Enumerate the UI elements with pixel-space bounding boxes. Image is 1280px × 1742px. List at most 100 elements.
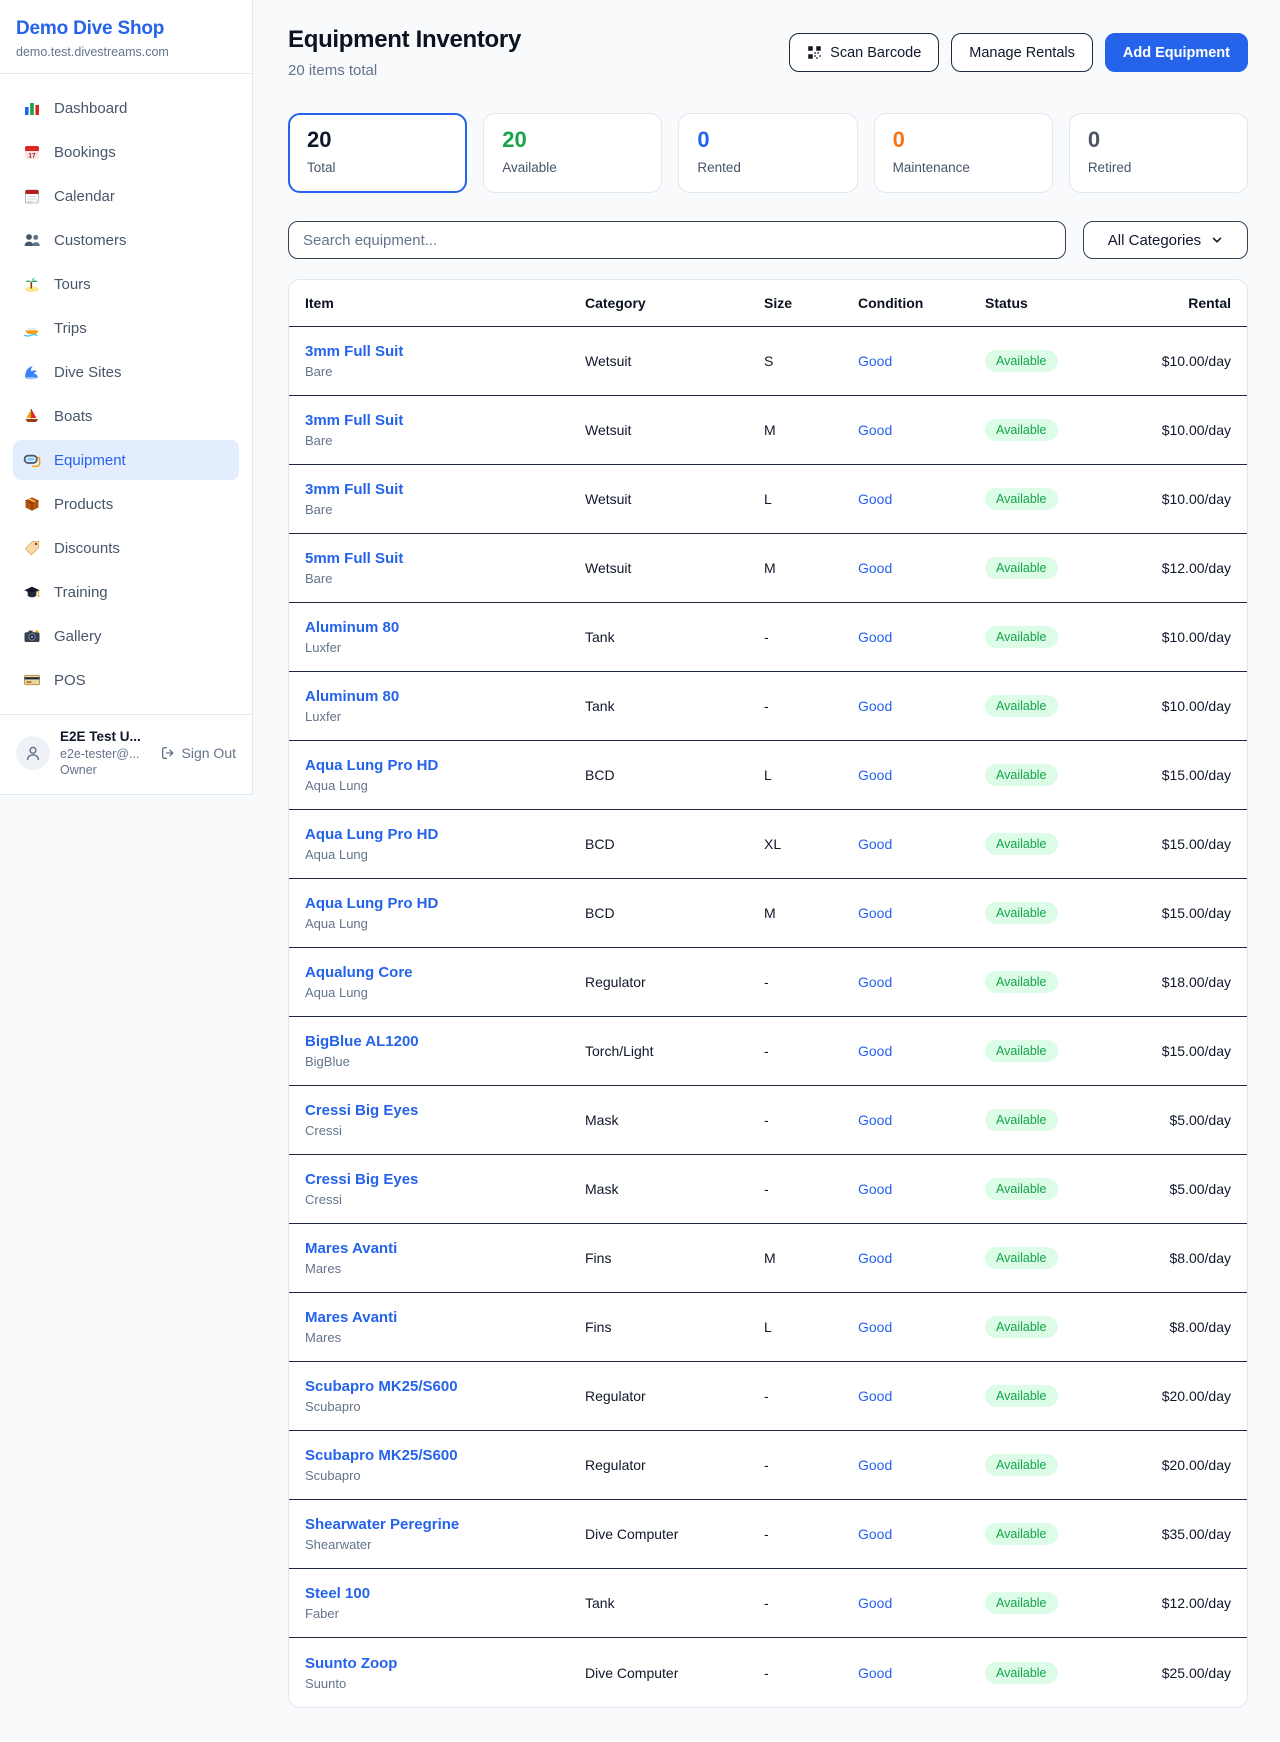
dive-sites-icon xyxy=(23,363,41,381)
equipment-item-link[interactable]: Mares Avanti xyxy=(305,1309,397,1326)
item-rental: $10.00/day xyxy=(1135,698,1231,714)
equipment-item-link[interactable]: Aluminum 80 xyxy=(305,688,399,705)
item-category: Torch/Light xyxy=(585,1043,764,1059)
add-equipment-button[interactable]: Add Equipment xyxy=(1105,33,1248,72)
item-brand: Aqua Lung xyxy=(305,916,585,931)
sidebar-item[interactable]: Products xyxy=(13,484,239,524)
status-badge: Available xyxy=(985,902,1058,924)
column-header: Category xyxy=(585,295,764,311)
item-size: M xyxy=(764,1250,858,1266)
sidebar-item[interactable]: Dashboard xyxy=(13,88,239,128)
item-condition[interactable]: Good xyxy=(858,698,985,714)
item-condition[interactable]: Good xyxy=(858,1319,985,1335)
item-size: M xyxy=(764,905,858,921)
header-actions: Scan Barcode Manage Rentals Add Equipmen… xyxy=(789,33,1248,72)
item-condition[interactable]: Good xyxy=(858,560,985,576)
equipment-item-link[interactable]: Cressi Big Eyes xyxy=(305,1171,418,1188)
item-condition[interactable]: Good xyxy=(858,422,985,438)
equipment-item-link[interactable]: Aqua Lung Pro HD xyxy=(305,757,438,774)
sidebar-item[interactable]: POS xyxy=(13,660,239,700)
equipment-item-link[interactable]: 5mm Full Suit xyxy=(305,550,403,567)
status-badge: Available xyxy=(985,419,1058,441)
equipment-icon xyxy=(23,451,41,469)
sidebar-item[interactable]: Dive Sites xyxy=(13,352,239,392)
item-condition[interactable]: Good xyxy=(858,767,985,783)
equipment-item-link[interactable]: Aqualung Core xyxy=(305,964,413,981)
table-row: 3mm Full Suit Bare Wetsuit S Good Availa… xyxy=(289,327,1247,396)
item-condition[interactable]: Good xyxy=(858,1043,985,1059)
item-condition[interactable]: Good xyxy=(858,836,985,852)
status-badge: Available xyxy=(985,557,1058,579)
status-badge: Available xyxy=(985,1316,1058,1338)
equipment-item-link[interactable]: Aluminum 80 xyxy=(305,619,399,636)
item-brand: Shearwater xyxy=(305,1537,585,1552)
equipment-item-link[interactable]: 3mm Full Suit xyxy=(305,481,403,498)
item-brand: Bare xyxy=(305,433,585,448)
item-rental: $35.00/day xyxy=(1135,1526,1231,1542)
item-category: Dive Computer xyxy=(585,1665,764,1681)
sidebar-item[interactable]: Tours xyxy=(13,264,239,304)
sidebar-item[interactable]: Discounts xyxy=(13,528,239,568)
stat-card[interactable]: 0 Retired xyxy=(1069,113,1248,193)
item-size: - xyxy=(764,698,858,714)
equipment-item-link[interactable]: BigBlue AL1200 xyxy=(305,1033,419,1050)
item-condition[interactable]: Good xyxy=(858,1250,985,1266)
item-condition[interactable]: Good xyxy=(858,905,985,921)
item-size: - xyxy=(764,1043,858,1059)
item-condition[interactable]: Good xyxy=(858,1665,985,1681)
table-row: BigBlue AL1200 BigBlue Torch/Light - Goo… xyxy=(289,1017,1247,1086)
item-condition[interactable]: Good xyxy=(858,1388,985,1404)
equipment-item-link[interactable]: Suunto Zoop xyxy=(305,1655,397,1672)
sidebar-item[interactable]: Calendar xyxy=(13,176,239,216)
sidebar-item[interactable]: Customers xyxy=(13,220,239,260)
item-condition[interactable]: Good xyxy=(858,1595,985,1611)
equipment-item-link[interactable]: Mares Avanti xyxy=(305,1240,397,1257)
item-condition[interactable]: Good xyxy=(858,629,985,645)
sign-out-button[interactable]: Sign Out xyxy=(160,745,236,761)
stat-card[interactable]: 20 Total xyxy=(288,113,467,193)
table-row: Aluminum 80 Luxfer Tank - Good Available… xyxy=(289,672,1247,741)
item-condition[interactable]: Good xyxy=(858,491,985,507)
sidebar-item[interactable]: Equipment xyxy=(13,440,239,480)
item-brand: Scubapro xyxy=(305,1468,585,1483)
equipment-item-link[interactable]: Scubapro MK25/S600 xyxy=(305,1447,458,1464)
status-badge: Available xyxy=(985,1178,1058,1200)
equipment-item-link[interactable]: Shearwater Peregrine xyxy=(305,1516,459,1533)
scan-barcode-button[interactable]: Scan Barcode xyxy=(789,33,939,72)
item-brand: Aqua Lung xyxy=(305,778,585,793)
status-badge: Available xyxy=(985,626,1058,648)
sidebar-item[interactable]: 17 Bookings xyxy=(13,132,239,172)
equipment-item-link[interactable]: Cressi Big Eyes xyxy=(305,1102,418,1119)
stat-card[interactable]: 0 Rented xyxy=(678,113,857,193)
item-condition[interactable]: Good xyxy=(858,353,985,369)
gallery-icon xyxy=(23,627,41,645)
item-condition[interactable]: Good xyxy=(858,1457,985,1473)
item-condition[interactable]: Good xyxy=(858,1181,985,1197)
equipment-item-link[interactable]: Aqua Lung Pro HD xyxy=(305,826,438,843)
item-size: - xyxy=(764,1388,858,1404)
column-header: Item xyxy=(305,295,585,311)
item-condition[interactable]: Good xyxy=(858,974,985,990)
brand-name[interactable]: Demo Dive Shop xyxy=(16,18,236,40)
item-rental: $12.00/day xyxy=(1135,560,1231,576)
sidebar-item[interactable]: Trips xyxy=(13,308,239,348)
equipment-item-link[interactable]: Steel 100 xyxy=(305,1585,370,1602)
sidebar-item[interactable]: Training xyxy=(13,572,239,612)
equipment-item-link[interactable]: 3mm Full Suit xyxy=(305,412,403,429)
item-condition[interactable]: Good xyxy=(858,1526,985,1542)
item-rental: $15.00/day xyxy=(1135,767,1231,783)
stat-card[interactable]: 0 Maintenance xyxy=(874,113,1053,193)
search-input[interactable] xyxy=(288,221,1066,259)
item-rental: $10.00/day xyxy=(1135,491,1231,507)
item-category: Wetsuit xyxy=(585,422,764,438)
item-condition[interactable]: Good xyxy=(858,1112,985,1128)
equipment-item-link[interactable]: 3mm Full Suit xyxy=(305,343,403,360)
stat-card[interactable]: 20 Available xyxy=(483,113,662,193)
sidebar-item[interactable]: Gallery xyxy=(13,616,239,656)
category-select[interactable]: All Categories xyxy=(1083,221,1248,259)
equipment-item-link[interactable]: Scubapro MK25/S600 xyxy=(305,1378,458,1395)
manage-rentals-button[interactable]: Manage Rentals xyxy=(951,33,1093,72)
sidebar-item[interactable]: Boats xyxy=(13,396,239,436)
sidebar-item-label: Equipment xyxy=(54,452,126,469)
equipment-item-link[interactable]: Aqua Lung Pro HD xyxy=(305,895,438,912)
